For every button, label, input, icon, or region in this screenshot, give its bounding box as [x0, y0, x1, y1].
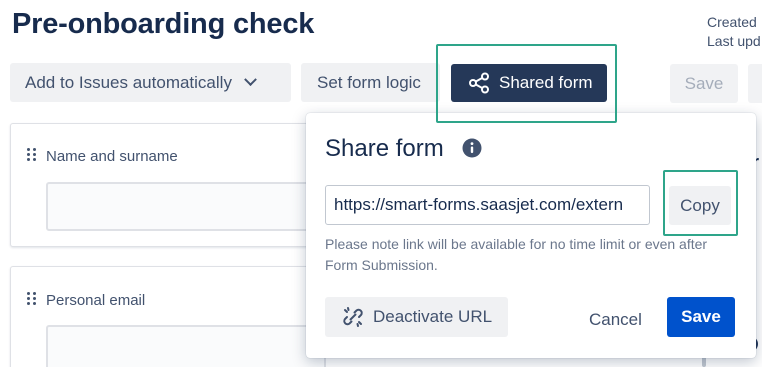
- deactivate-url-button[interactable]: Deactivate URL: [325, 297, 508, 337]
- updated-meta: Last upd: [707, 33, 761, 49]
- info-icon[interactable]: [462, 138, 482, 158]
- copy-label: Copy: [680, 195, 720, 215]
- more-actions-button[interactable]: [748, 64, 762, 103]
- cancel-button[interactable]: Cancel: [589, 310, 642, 330]
- shared-form-button[interactable]: Shared form: [451, 64, 607, 102]
- shared-form-label: Shared form: [499, 73, 593, 92]
- save-label: Save: [684, 73, 724, 93]
- share-url-field[interactable]: https://smart-forms.saasjet.com/extern: [325, 185, 650, 225]
- created-meta: Created: [707, 14, 757, 30]
- save-button[interactable]: Save: [670, 64, 738, 103]
- drag-handle-icon[interactable]: [27, 148, 37, 162]
- popup-save-label: Save: [681, 307, 721, 326]
- link-note: Please note link will be available for n…: [325, 236, 708, 273]
- field-label: Name and surname: [46, 148, 178, 165]
- deactivate-url-label: Deactivate URL: [373, 307, 493, 326]
- set-form-logic-button[interactable]: Set form logic: [301, 63, 440, 102]
- add-to-issues-dropdown[interactable]: Add to Issues automatically: [10, 63, 291, 102]
- personal-email-input[interactable]: [46, 325, 326, 367]
- form-field-card: Personal email: [10, 266, 326, 367]
- drag-handle-icon[interactable]: [27, 292, 37, 306]
- share-icon: [469, 72, 489, 94]
- unlink-icon: [343, 307, 363, 327]
- form-field-card: Name and surname: [10, 123, 326, 247]
- popup-save-button[interactable]: Save: [667, 297, 735, 337]
- copy-button[interactable]: Copy: [669, 186, 731, 225]
- set-form-logic-label: Set form logic: [317, 72, 421, 92]
- field-label: Personal email: [46, 292, 146, 309]
- name-surname-input[interactable]: [46, 182, 326, 231]
- chevron-down-icon: [244, 73, 257, 87]
- add-to-issues-label: Add to Issues automatically: [25, 72, 232, 92]
- page-title: Pre-onboarding check: [12, 8, 315, 40]
- popup-title: Share form: [325, 135, 444, 162]
- share-form-popup: Share form https://smart-forms.saasjet.c…: [306, 113, 756, 358]
